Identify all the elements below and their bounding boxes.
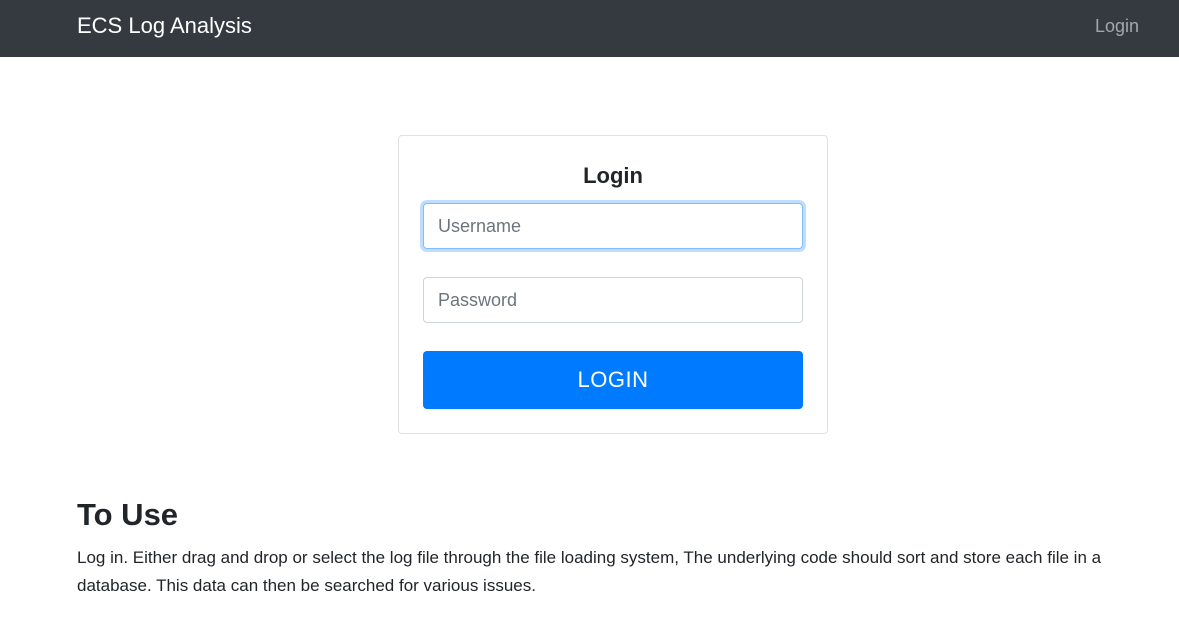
brand-title[interactable]: ECS Log Analysis [77, 12, 252, 40]
to-use-description: Log in. Either drag and drop or select t… [77, 548, 1102, 595]
password-input[interactable] [423, 277, 803, 323]
navbar: ECS Log Analysis Login [0, 0, 1179, 57]
nav-login-link[interactable]: Login [1095, 14, 1139, 38]
login-card: Login LOGIN [398, 135, 828, 434]
login-button[interactable]: LOGIN [423, 351, 803, 409]
login-card-title: Login [583, 163, 643, 188]
to-use-heading: To Use [77, 497, 179, 532]
username-input[interactable] [423, 203, 803, 249]
